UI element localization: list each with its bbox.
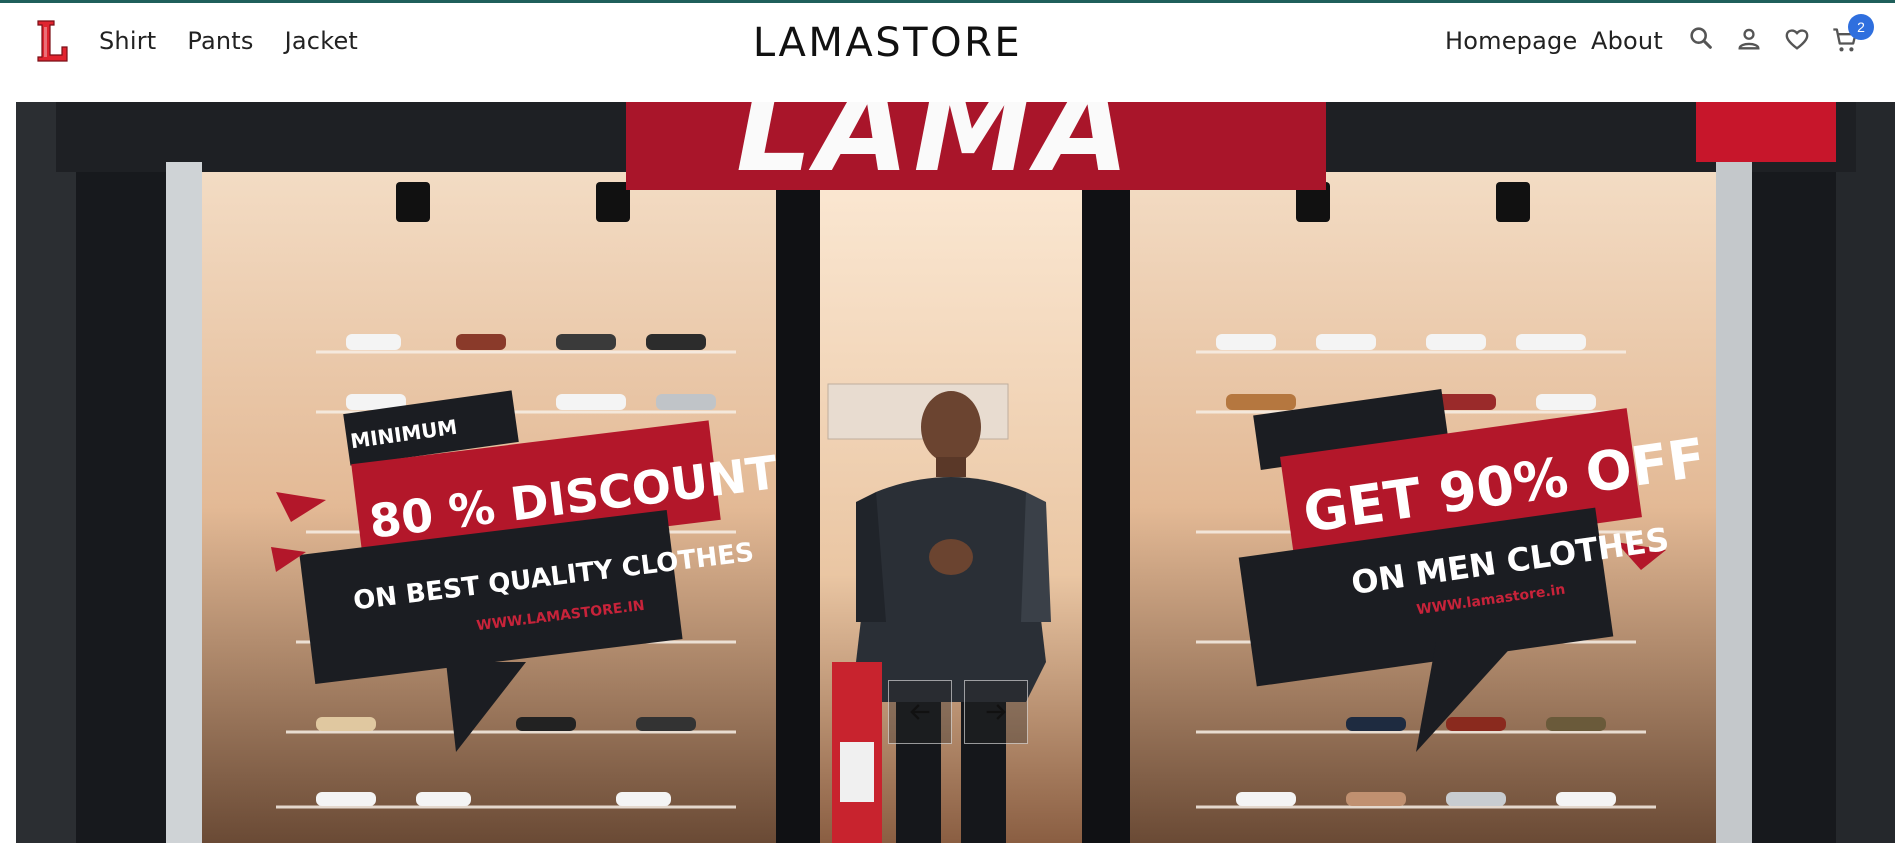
arrow-right-icon (986, 704, 1006, 720)
slider-next-button[interactable] (964, 680, 1028, 744)
heart-icon[interactable] (1783, 25, 1811, 53)
store-sign-text: LAMA (736, 102, 1134, 199)
slider-controls (888, 680, 1028, 744)
hero-slider: LAMA MINIMUM 80 % DISCOUNT ON BEST QUALI… (16, 102, 1895, 843)
search-icon[interactable] (1687, 24, 1715, 52)
user-icon[interactable] (1735, 25, 1763, 53)
arrow-left-icon (910, 704, 930, 720)
navbar: Shirt Pants Jacket LAMASTORE Homepage Ab… (0, 3, 1895, 101)
nav-link-about[interactable]: About (1591, 27, 1663, 55)
slider-prev-button[interactable] (888, 680, 952, 744)
nav-link-homepage[interactable]: Homepage (1445, 27, 1577, 55)
cart-count-badge: 2 (1848, 14, 1874, 40)
